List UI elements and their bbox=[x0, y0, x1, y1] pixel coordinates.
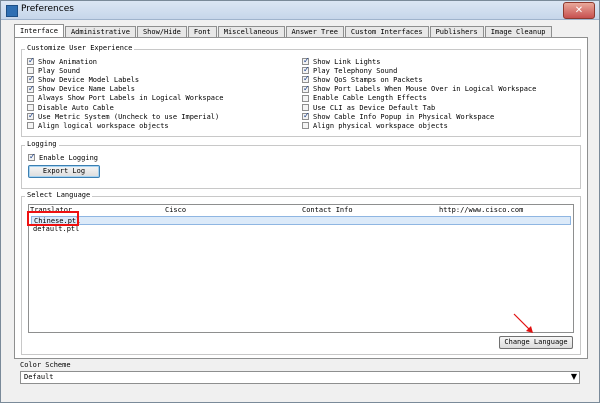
export-log-button[interactable]: Export Log bbox=[28, 165, 100, 178]
column-header-url[interactable]: http://www.cisco.com bbox=[439, 206, 523, 214]
chevron-down-icon[interactable]: ▼ bbox=[571, 372, 577, 381]
checkbox-show-qos-stamps-on-packets[interactable]: Show QoS Stamps on Packets bbox=[302, 74, 423, 84]
change-language-button[interactable]: Change Language bbox=[499, 336, 573, 349]
logging-group: Logging bbox=[21, 140, 581, 189]
checkbox-label: Enable Cable Length Effects bbox=[313, 94, 427, 103]
checkbox-disable-auto-cable[interactable]: Disable Auto Cable bbox=[27, 103, 114, 112]
checkbox-show-animation[interactable]: Show Animation bbox=[27, 56, 98, 66]
language-row-default[interactable]: default.ptl bbox=[31, 225, 573, 234]
color-scheme-label: Color Scheme bbox=[20, 361, 71, 369]
checkbox-use-metric-system-uncheck-to-use-imperial[interactable]: Use Metric System (Uncheck to use Imperi… bbox=[27, 111, 220, 121]
window-title: Preferences bbox=[21, 4, 74, 14]
checkbox-label: Show Link Lights bbox=[313, 57, 381, 66]
app-icon bbox=[6, 5, 18, 17]
checkbox-label: Show Device Model Labels bbox=[38, 75, 140, 84]
checkbox-box[interactable] bbox=[27, 122, 34, 130]
tab-image-cleanup[interactable]: Image Cleanup bbox=[484, 26, 552, 37]
checkbox-show-link-lights[interactable]: Show Link Lights bbox=[302, 56, 381, 66]
checkbox-enable-cable-length-effects[interactable]: Enable Cable Length Effects bbox=[302, 94, 427, 103]
color-scheme-select[interactable]: Default ▼ bbox=[20, 371, 580, 384]
tab-custom-interfaces[interactable]: Custom Interfaces bbox=[344, 26, 429, 37]
checkbox-play-telephony-sound[interactable]: Play Telephony Sound bbox=[302, 65, 398, 75]
checkbox-always-show-port-labels-in-logical-workspace[interactable]: Always Show Port Labels in Logical Works… bbox=[27, 94, 223, 103]
checkbox-label: Show QoS Stamps on Packets bbox=[313, 75, 423, 84]
checkbox-box[interactable] bbox=[302, 56, 310, 65]
checkbox-align-logical-workspace-objects[interactable]: Align logical workspace objects bbox=[27, 121, 169, 130]
interface-panel: Customize User Experience Show Animation… bbox=[14, 37, 588, 359]
checkbox-label: Use CLI as Device Default Tab bbox=[313, 103, 436, 112]
checkbox-box[interactable] bbox=[302, 65, 310, 75]
customize-group-label: Customize User Experience bbox=[25, 44, 135, 52]
column-header-contact-info[interactable]: Contact Info bbox=[302, 206, 353, 214]
checkbox-box[interactable] bbox=[302, 94, 309, 102]
checkbox-box[interactable] bbox=[302, 104, 309, 111]
checkbox-box[interactable] bbox=[27, 84, 35, 93]
checkbox-label: Disable Auto Cable bbox=[38, 103, 114, 112]
checkbox-show-cable-info-popup-in-physical-workspace[interactable]: Show Cable Info Popup in Physical Worksp… bbox=[302, 111, 495, 121]
checkbox-label: Show Port Labels When Mouse Over in Logi… bbox=[313, 85, 537, 94]
checkbox-label: Always Show Port Labels in Logical Works… bbox=[38, 94, 224, 103]
checkbox-label: Play Telephony Sound bbox=[313, 66, 398, 75]
enable-logging-box[interactable] bbox=[28, 152, 36, 161]
checkbox-box[interactable] bbox=[302, 84, 310, 93]
tab-publishers[interactable]: Publishers bbox=[429, 26, 484, 37]
checkbox-box[interactable] bbox=[27, 111, 35, 121]
checkbox-box[interactable] bbox=[302, 111, 310, 121]
tab-answer-tree[interactable]: Answer Tree bbox=[285, 26, 344, 37]
color-scheme-value: Default bbox=[24, 373, 54, 381]
checkbox-align-physical-workspace-objects[interactable]: Align physical workspace objects bbox=[302, 121, 448, 130]
tab-interface[interactable]: Interface bbox=[14, 24, 64, 37]
checkbox-box[interactable] bbox=[27, 67, 34, 75]
checkbox-show-device-name-labels[interactable]: Show Device Name Labels bbox=[27, 84, 135, 94]
checkbox-label: Align logical workspace objects bbox=[38, 121, 169, 130]
checkbox-use-cli-as-device-default-tab[interactable]: Use CLI as Device Default Tab bbox=[302, 103, 435, 112]
tab-show-hide[interactable]: Show/Hide bbox=[136, 26, 187, 37]
checkbox-box[interactable] bbox=[27, 74, 35, 84]
tab-miscellaneous[interactable]: Miscellaneous bbox=[217, 26, 285, 37]
checkbox-label: Play Sound bbox=[38, 66, 81, 75]
checkbox-label: Show Cable Info Popup in Physical Worksp… bbox=[313, 112, 495, 121]
column-header-cisco[interactable]: Cisco bbox=[165, 206, 186, 214]
logging-group-label: Logging bbox=[25, 140, 59, 148]
title-bar: Preferences ✕ bbox=[1, 1, 599, 20]
language-list[interactable]: Translator Cisco Contact Info http://www… bbox=[28, 204, 574, 333]
checkbox-box[interactable] bbox=[27, 94, 34, 102]
checkbox-label: Show Animation bbox=[38, 57, 98, 66]
arrow-annotation-icon bbox=[513, 313, 533, 333]
highlight-box bbox=[27, 211, 79, 226]
tab-administrative[interactable]: Administrative bbox=[64, 26, 136, 37]
tab-font[interactable]: Font bbox=[187, 26, 217, 37]
checkbox-label: Show Device Name Labels bbox=[38, 85, 135, 94]
checkbox-box[interactable] bbox=[27, 56, 35, 65]
checkbox-show-device-model-labels[interactable]: Show Device Model Labels bbox=[27, 74, 140, 84]
checkbox-show-port-labels-when-mouse-over-in-logical-workspace[interactable]: Show Port Labels When Mouse Over in Logi… bbox=[302, 84, 537, 94]
checkbox-box[interactable] bbox=[27, 104, 34, 111]
checkbox-box[interactable] bbox=[302, 122, 309, 130]
checkbox-box[interactable] bbox=[302, 74, 310, 84]
checkbox-label: Align physical workspace objects bbox=[313, 121, 448, 130]
close-button[interactable]: ✕ bbox=[563, 2, 595, 19]
enable-logging-label: Enable Logging bbox=[39, 153, 99, 162]
checkbox-label: Use Metric System (Uncheck to use Imperi… bbox=[38, 112, 220, 121]
language-row-chinese[interactable]: Chinese.ptl bbox=[31, 216, 571, 225]
checkbox-play-sound[interactable]: Play Sound bbox=[27, 66, 80, 75]
language-group-label: Select Language bbox=[25, 191, 93, 199]
enable-logging-checkbox[interactable]: Enable Logging bbox=[28, 152, 99, 162]
